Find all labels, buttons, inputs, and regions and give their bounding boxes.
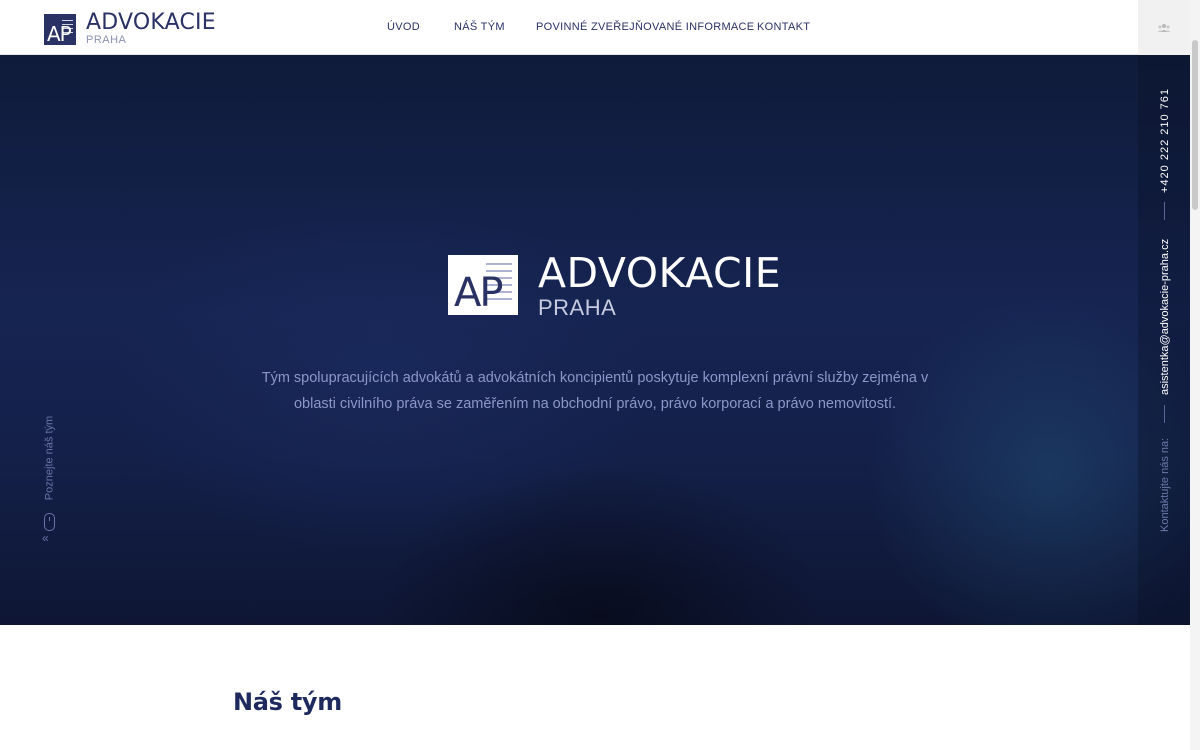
hero-logo: AP ADVOKACIE PRAHA: [448, 249, 782, 320]
divider: [1164, 405, 1165, 423]
page-scrollbar[interactable]: [1190, 0, 1200, 750]
main-nav: ÚVOD NÁŠ TÝM POVINNÉ ZVEŘEJŇOVANÉ INFORM…: [0, 21, 1190, 37]
scrollbar-thumb[interactable]: [1192, 40, 1198, 210]
nav-item-nas-tym[interactable]: NÁŠ TÝM: [454, 21, 505, 33]
group-icon: [1157, 23, 1171, 32]
mouse-icon: [44, 513, 55, 531]
contact-label: Kontaktujte nás na:: [1159, 437, 1171, 532]
chevron-down-icon: «: [42, 531, 49, 545]
contact-phone[interactable]: +420 222 210 761: [1159, 88, 1171, 193]
scroll-hint-text[interactable]: Poznejte náš tým: [44, 401, 56, 516]
hero-description: Tým spolupracujících advokátů a advokátn…: [261, 370, 929, 412]
contact-email[interactable]: asistentka@advokacie-praha.cz: [1159, 239, 1171, 395]
hero-logo-subtitle: PRAHA: [538, 295, 617, 320]
hero-section: AP ADVOKACIE PRAHA Tým spolupracujících …: [0, 55, 1190, 625]
hero-logo-mark-text: AP: [454, 270, 504, 316]
contact-sidebar: +420 222 210 761 asistentka@advokacie-pr…: [1138, 55, 1190, 625]
hero-logo-text: ADVOKACIE PRAHA: [538, 249, 782, 320]
hero-logo-mark: AP: [448, 255, 518, 315]
site-header: AP ADVOKACIE PRAHA ÚVOD NÁŠ TÝM POVINNÉ …: [0, 0, 1190, 55]
nav-item-uvod[interactable]: ÚVOD: [387, 21, 420, 33]
scroll-hint[interactable]: Poznejte náš tým «: [40, 410, 60, 544]
hero-logo-title: ADVOKACIE: [538, 249, 782, 297]
team-button[interactable]: [1138, 0, 1190, 55]
divider: [1164, 202, 1165, 220]
section-title-team: Náš tým: [233, 688, 342, 716]
nav-item-kontakt[interactable]: KONTAKT: [757, 21, 810, 33]
nav-item-povinne-informace[interactable]: POVINNÉ ZVEŘEJŇOVANÉ INFORMACE: [536, 21, 754, 33]
